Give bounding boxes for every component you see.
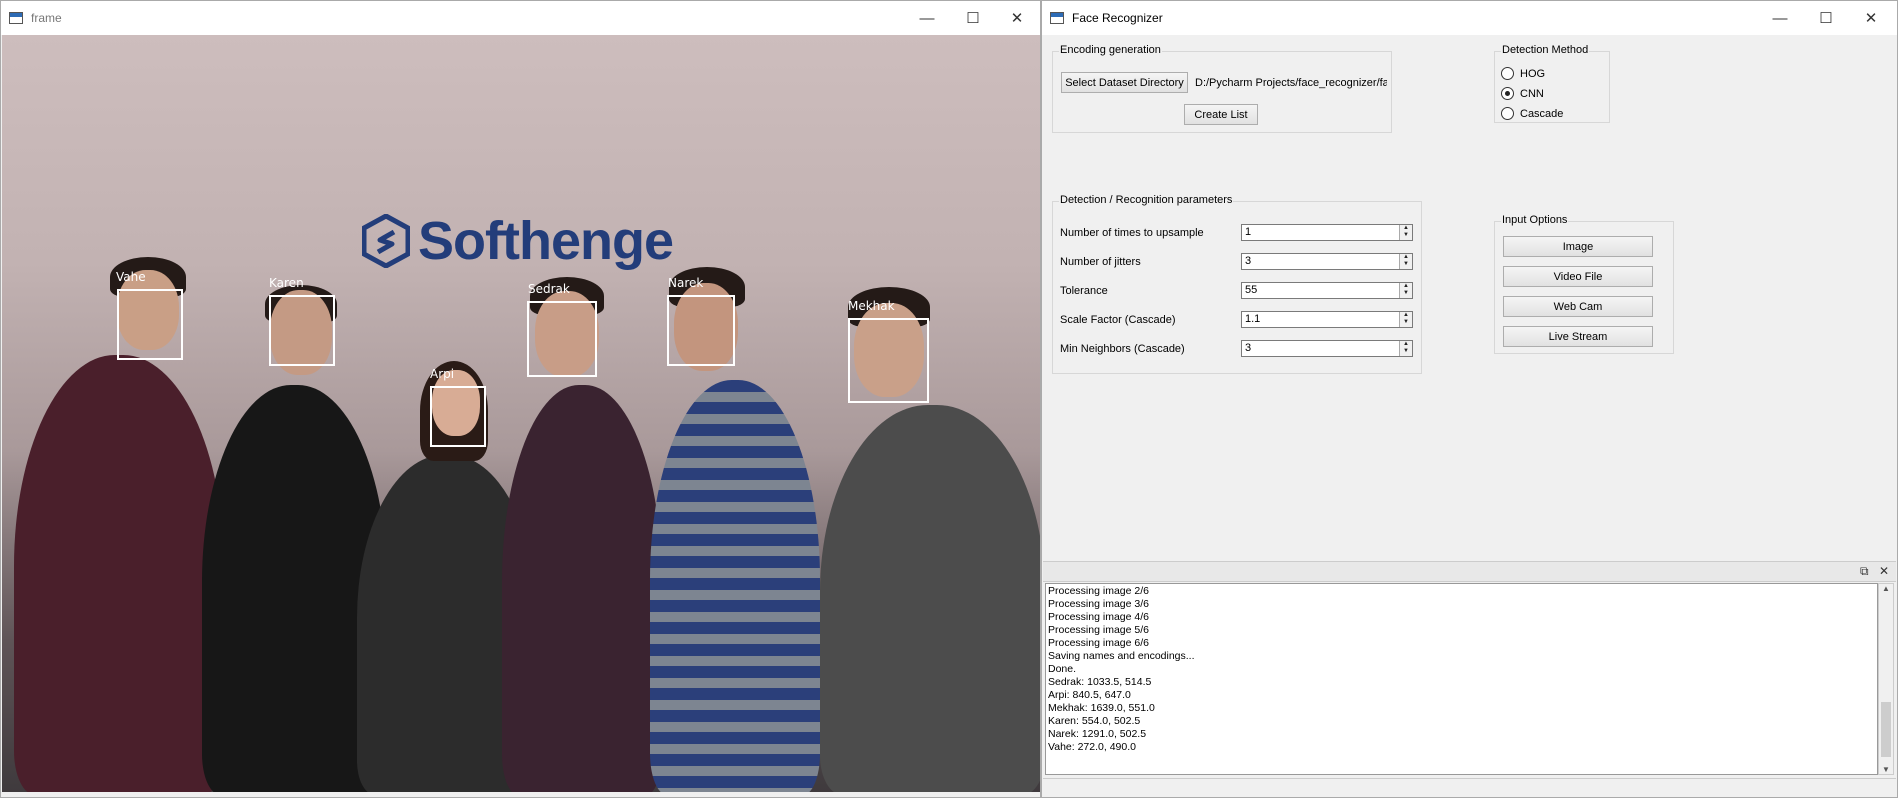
dock-titlebar[interactable]: ⧉ ✕ (1043, 562, 1896, 582)
person-mekhak (820, 405, 1040, 792)
face-box-narek (667, 295, 735, 366)
face-recognizer-window: Face Recognizer — ☐ ✕ Encoding generatio… (1041, 0, 1898, 798)
app-icon (1050, 12, 1064, 24)
spin-arrows-icon[interactable]: ▲ ▼ (1399, 254, 1412, 269)
radio-hog[interactable]: HOG (1501, 67, 1545, 80)
face-box-mekhak (848, 318, 929, 403)
radio-cascade[interactable]: Cascade (1501, 107, 1563, 120)
log-line: Processing image 4/6 (1048, 611, 1149, 623)
face-label-arpi: Arpi (430, 367, 455, 381)
log-line: Karen: 554.0, 502.5 (1048, 715, 1141, 727)
radio-cascade-indicator[interactable] (1501, 107, 1514, 120)
face-label-sedrak: Sedrak (528, 282, 570, 296)
face-box-karen (269, 295, 335, 366)
jitters-spinbox[interactable]: 3 ▲ ▼ (1241, 253, 1413, 270)
dock-close-icon[interactable]: ✕ (1879, 564, 1889, 578)
upsample-spinbox[interactable]: 1 ▲ ▼ (1241, 224, 1413, 241)
face-label-narek: Narek (668, 276, 704, 290)
radio-cascade-label: Cascade (1520, 107, 1564, 120)
scroll-thumb[interactable] (1881, 702, 1891, 757)
select-dataset-directory-button[interactable]: Select Dataset Directory (1061, 72, 1188, 93)
maximize-icon[interactable]: ☐ (1803, 1, 1849, 35)
group-title: Detection Method (1501, 44, 1590, 56)
image-button[interactable]: Image (1503, 236, 1653, 257)
param-label: Min Neighbors (Cascade) (1060, 343, 1185, 355)
radio-hog-indicator[interactable] (1501, 67, 1514, 80)
log-line: Sedrak: 1033.5, 514.5 (1048, 676, 1152, 688)
hexagon-logo-icon (362, 214, 410, 268)
scroll-up-icon[interactable]: ▲ (1879, 584, 1893, 593)
app-title: Face Recognizer (1072, 11, 1163, 25)
spin-arrows-icon[interactable]: ▲ ▼ (1399, 341, 1412, 356)
minimize-icon[interactable]: — (1757, 1, 1803, 35)
spin-arrows-icon[interactable]: ▲ ▼ (1399, 283, 1412, 298)
live-stream-button[interactable]: Live Stream (1503, 326, 1653, 347)
radio-cnn[interactable]: CNN (1501, 87, 1544, 100)
group-title: Detection / Recognition parameters (1059, 194, 1234, 206)
spin-arrows-icon[interactable]: ▲ ▼ (1399, 312, 1412, 327)
log-line: Arpi: 840.5, 647.0 (1048, 689, 1131, 701)
app-titlebar[interactable]: Face Recognizer — ☐ ✕ (1042, 1, 1897, 35)
scale-factor-spinbox[interactable]: 1.1 ▲ ▼ (1241, 311, 1413, 328)
create-list-button[interactable]: Create List (1184, 104, 1258, 125)
log-dock: ⧉ ✕ Processing image 2/6 Processing image… (1043, 561, 1896, 796)
face-label-vahe: Vahe (116, 270, 146, 284)
min-neighbors-spinbox[interactable]: 3 ▲ ▼ (1241, 340, 1413, 357)
face-box-vahe (117, 289, 183, 360)
input-options-group: Input Options Image Video File Web Cam L… (1494, 214, 1674, 354)
tolerance-spinbox[interactable]: 55 ▲ ▼ (1241, 282, 1413, 299)
video-frame-image: Softhenge Vahe Karen Arpi Sedrak Narek M… (2, 35, 1040, 792)
log-output[interactable]: Processing image 2/6 Processing image 3/6… (1045, 583, 1878, 775)
encoding-generation-group: Encoding generation Select Dataset Direc… (1052, 44, 1392, 133)
softhenge-logo: Softhenge (362, 210, 674, 272)
frame-titlebar[interactable]: frame — ☐ ✕ (1, 1, 1040, 35)
minimize-icon[interactable]: — (904, 1, 950, 35)
detection-method-group: Detection Method HOG CNN Cascade (1494, 44, 1610, 123)
face-label-karen: Karen (269, 276, 304, 290)
logo-text: Softhenge (418, 211, 674, 271)
app-icon (9, 12, 23, 24)
group-title: Encoding generation (1059, 44, 1162, 56)
log-line: Narek: 1291.0, 502.5 (1048, 728, 1147, 740)
log-line: Mekhak: 1639.0, 551.0 (1048, 702, 1155, 714)
param-label: Number of times to upsample (1060, 227, 1204, 239)
face-label-mekhak: Mekhak (848, 299, 895, 313)
maximize-icon[interactable]: ☐ (950, 1, 996, 35)
log-line: Done. (1048, 663, 1077, 675)
face-box-arpi (430, 386, 486, 447)
radio-cnn-indicator[interactable] (1501, 87, 1514, 100)
spin-arrows-icon[interactable]: ▲ ▼ (1399, 225, 1412, 240)
dataset-path-text: D:/Pycharm Projects/face_recognizer/fa (1195, 77, 1387, 89)
frame-title: frame (31, 11, 62, 25)
param-label: Scale Factor (Cascade) (1060, 314, 1176, 326)
close-icon[interactable]: ✕ (1848, 1, 1894, 35)
log-line: Saving names and encodings... (1048, 650, 1195, 662)
log-line: Processing image 5/6 (1048, 624, 1149, 636)
log-line: Processing image 6/6 (1048, 637, 1149, 649)
param-label: Tolerance (1060, 285, 1108, 297)
log-line: Vahe: 272.0, 490.0 (1048, 741, 1136, 753)
radio-cnn-label: CNN (1520, 87, 1544, 100)
status-bar (1043, 778, 1896, 796)
log-scrollbar[interactable]: ▲ ▼ (1878, 583, 1894, 775)
close-icon[interactable]: ✕ (994, 1, 1040, 35)
person-narek (650, 380, 820, 792)
video-file-button[interactable]: Video File (1503, 266, 1653, 287)
web-cam-button[interactable]: Web Cam (1503, 296, 1653, 317)
radio-hog-label: HOG (1520, 67, 1546, 80)
person-vahe (14, 355, 224, 792)
face-box-sedrak (527, 301, 597, 377)
parameters-group: Detection / Recognition parameters Numbe… (1052, 194, 1422, 374)
scroll-down-icon[interactable]: ▼ (1879, 765, 1893, 774)
person-sedrak (502, 385, 662, 792)
frame-window: frame — ☐ ✕ Softhenge Vahe Karen Arpi Se… (0, 0, 1041, 798)
log-line: Processing image 3/6 (1048, 598, 1149, 610)
log-line: Processing image 2/6 (1048, 585, 1149, 597)
float-icon[interactable]: ⧉ (1860, 564, 1869, 579)
group-title: Input Options (1501, 214, 1569, 226)
param-label: Number of jitters (1060, 256, 1141, 268)
